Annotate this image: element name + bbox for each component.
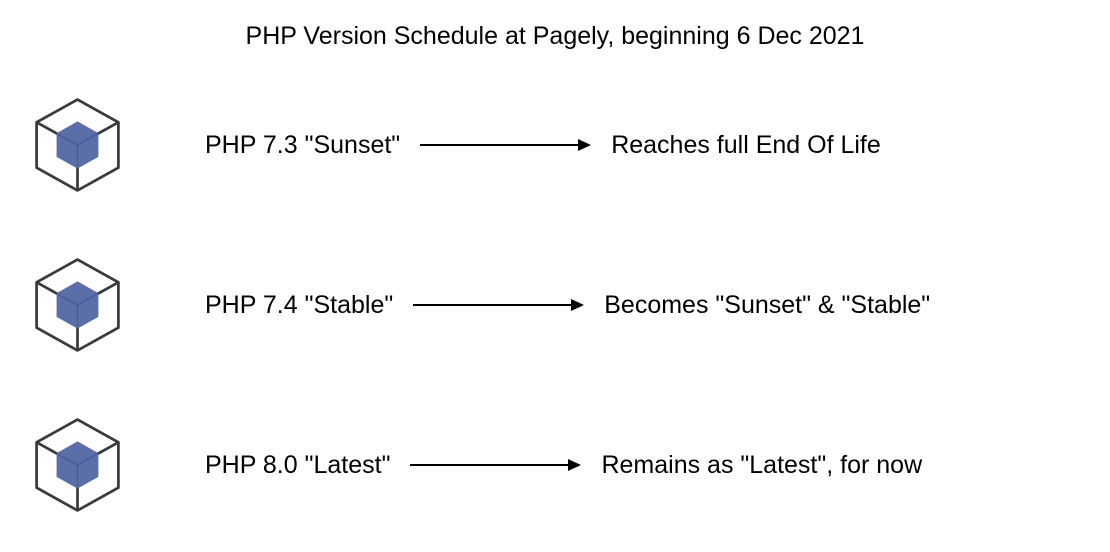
row-php74: PHP 7.4 "Stable" Becomes "Sunset" & "Sta… (30, 255, 930, 355)
row-left-label: PHP 7.4 "Stable" (205, 291, 393, 320)
cube-icon (30, 415, 125, 515)
arrow-icon (418, 125, 593, 165)
cube-icon (30, 95, 125, 195)
row-left-label: PHP 7.3 "Sunset" (205, 131, 400, 160)
row-right-label: Reaches full End Of Life (611, 131, 881, 160)
cube-icon (30, 255, 125, 355)
row-php80: PHP 8.0 "Latest" Remains as "Latest", fo… (30, 415, 922, 515)
row-right-label: Remains as "Latest", for now (601, 451, 922, 480)
row-php73: PHP 7.3 "Sunset" Reaches full End Of Lif… (30, 95, 881, 195)
row-left-label: PHP 8.0 "Latest" (205, 451, 390, 480)
diagram-title: PHP Version Schedule at Pagely, beginnin… (0, 22, 1110, 51)
row-right-label: Becomes "Sunset" & "Stable" (604, 291, 930, 320)
arrow-icon (408, 445, 583, 485)
arrow-icon (411, 285, 586, 325)
